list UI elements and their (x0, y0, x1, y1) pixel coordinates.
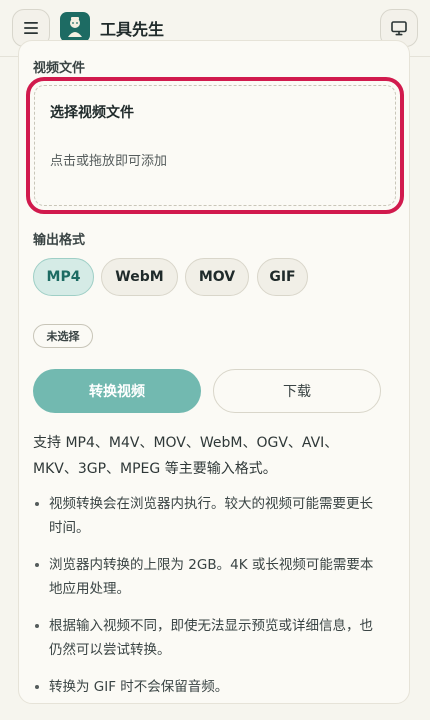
convert-video-button[interactable]: 转换视频 (33, 369, 201, 413)
note-item: 根据输入视频不同，即使无法显示预览或详细信息，也仍然可以尝试转换。 (33, 614, 383, 662)
note-text: 转换为 GIF 时不会保留音频。 (49, 679, 229, 695)
dropzone-hint: 点击或拖放即可添加 (50, 154, 168, 169)
mascot-logo-icon[interactable] (60, 12, 90, 42)
output-format-label: 输出格式 (33, 233, 86, 248)
note-text: 视频转换会在浏览器内执行。较大的视频可能需要更长时间。 (49, 496, 373, 536)
format-webm-button[interactable]: WebM (101, 258, 178, 296)
note-text: 根据输入视频不同，即使无法显示预览或详细信息，也仍然可以尝试转换。 (49, 618, 373, 658)
notes-list: 视频转换会在浏览器内执行。较大的视频可能需要更长时间。 浏览器内转换的上限为 2… (33, 492, 383, 712)
format-gif-button[interactable]: GIF (257, 258, 308, 296)
bullet-dot (35, 563, 39, 567)
bullet-dot (35, 685, 39, 689)
download-button[interactable]: 下载 (213, 369, 381, 413)
monitor-icon (391, 20, 407, 35)
supported-formats-description: 支持 MP4、M4V、MOV、WebM、OGV、AVI、MKV、3GP、MPEG… (33, 435, 339, 477)
dropzone-title: 选择视频文件 (50, 105, 134, 121)
bullet-dot (35, 624, 39, 628)
format-mov-button[interactable]: MOV (185, 258, 249, 296)
file-dropzone[interactable] (26, 77, 404, 214)
bullet-dot (35, 502, 39, 506)
app-title: 工具先生 (100, 20, 165, 39)
note-text: 浏览器内转换的上限为 2GB。4K 或长视频可能需要本地应用处理。 (49, 557, 374, 597)
selection-status-badge: 未选择 (33, 324, 93, 348)
note-item: 浏览器内转换的上限为 2GB。4K 或长视频可能需要本地应用处理。 (33, 553, 383, 601)
note-item: 转换为 GIF 时不会保留音频。 (33, 675, 383, 699)
video-file-label: 视频文件 (33, 61, 86, 76)
note-item: 视频转换会在浏览器内执行。较大的视频可能需要更长时间。 (33, 492, 383, 540)
hamburger-menu-icon (24, 22, 38, 34)
format-mp4-button[interactable]: MP4 (33, 258, 94, 296)
